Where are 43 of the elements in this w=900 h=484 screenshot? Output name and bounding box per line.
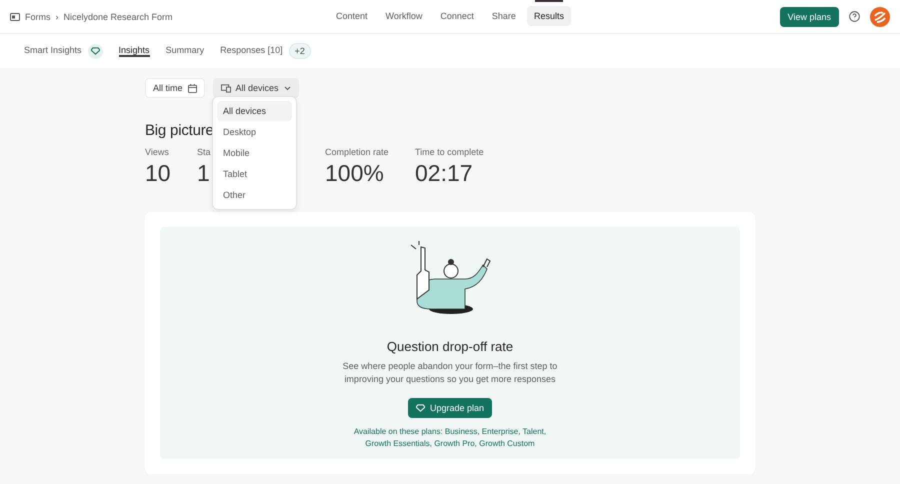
tab[interactable]: Smart Insights — [24, 45, 82, 57]
upsell-description: See where people abandon your form–the first step to improving your questions so you get more responses — [342, 360, 558, 386]
time-filter[interactable]: All time — [145, 78, 205, 98]
active-indicator — [534, 0, 563, 2]
nav-tab[interactable]: Results — [526, 6, 571, 26]
calendar-icon — [188, 84, 197, 92]
menu-item[interactable]: Other — [217, 185, 292, 205]
nav-tab[interactable]: Connect — [433, 6, 481, 26]
section-title: Big picture — [145, 122, 214, 139]
menu-item[interactable]: Desktop — [217, 122, 292, 142]
menu-item[interactable]: Tablet — [217, 164, 292, 184]
device-filter[interactable]: All devices — [212, 78, 299, 98]
stat-value: 02:17 — [415, 160, 473, 187]
form-name: Nicelydone Research Form — [64, 12, 173, 22]
breadcrumb-link[interactable]: Forms — [25, 12, 50, 22]
stat-label: Sta — [197, 147, 211, 157]
stat-value: 10 — [145, 160, 171, 187]
tab[interactable]: Insights — [118, 45, 150, 57]
nav-tab[interactable]: Content — [329, 6, 375, 26]
tab[interactable]: Summary — [166, 45, 204, 57]
avatar-icon[interactable] — [870, 6, 890, 26]
stat-label: Completion rate — [325, 147, 389, 157]
stat-value: 1 — [197, 160, 210, 187]
diamond-icon — [416, 404, 425, 412]
chevron-down-icon — [284, 86, 291, 90]
menu-item[interactable]: All devices — [217, 101, 292, 121]
form-icon — [10, 12, 20, 20]
view-plans-button[interactable]: View plans — [780, 6, 839, 26]
plans-note: Available on these plans: Business, Enterprise, Talent, Growth Essentials, Growth Pro, Growth Custom — [352, 426, 548, 450]
tab[interactable]: Responses [10] — [220, 45, 283, 57]
diamond-icon — [90, 47, 100, 55]
upgrade-plan-button[interactable]: Upgrade plan — [408, 398, 492, 418]
stat-value: 100% — [325, 160, 384, 187]
nav-tab[interactable]: Workflow — [378, 6, 430, 26]
stat-label: Time to complete — [415, 147, 484, 157]
menu-item[interactable]: Mobile — [217, 143, 292, 163]
chevron-icon: › — [56, 12, 58, 22]
devices-icon — [220, 84, 231, 92]
stat-label: Views — [145, 147, 169, 157]
help-icon[interactable] — [849, 11, 860, 22]
upsell-title: Question drop-off rate — [386, 339, 514, 354]
count-badge: +2 — [288, 43, 311, 59]
nav-tab[interactable]: Share — [484, 6, 523, 26]
